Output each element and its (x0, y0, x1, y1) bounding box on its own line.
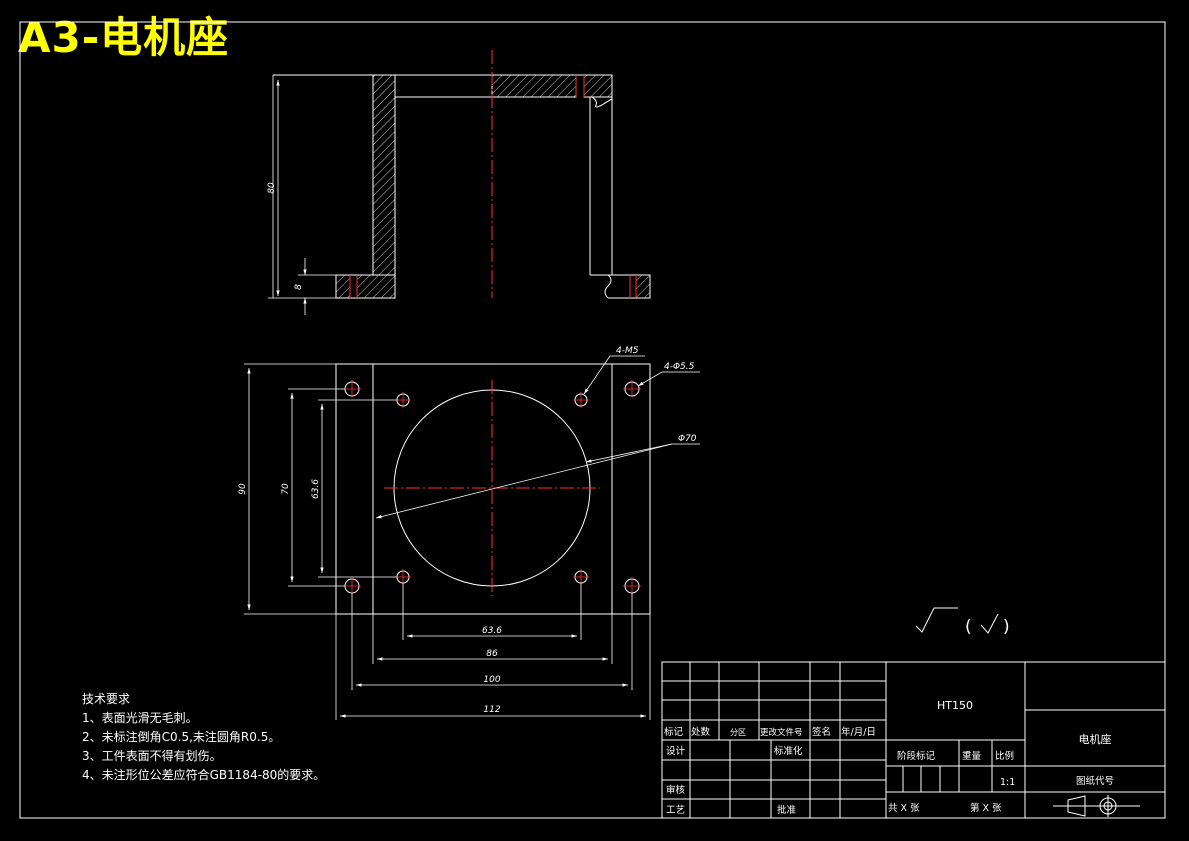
label-scale: 比例 (995, 750, 1014, 762)
dim-outer-height: 90 (238, 483, 248, 495)
dim-4-m5: 4-M5 (616, 346, 639, 356)
plan-view: 4-M5 4-Φ5.5 Φ70 90 70 63.6 63.6 86 100 1… (238, 346, 700, 720)
rev-header-zone: 分区 (730, 728, 746, 737)
corner-marks (1158, 21, 1166, 29)
dim-circle-diameter: Φ70 (678, 434, 697, 444)
rev-header-count: 处数 (691, 726, 711, 738)
scale-value: 1:1 (1000, 777, 1015, 788)
material: HT150 (937, 699, 973, 712)
plan-dimension-lines (244, 355, 700, 720)
label-review: 审核 (666, 784, 686, 796)
label-stage: 阶段标记 (897, 750, 936, 762)
dim-height: 80 (267, 182, 277, 194)
label-weight: 重量 (962, 750, 982, 762)
plan-centerlines (384, 380, 600, 596)
dim-overall-width: 112 (483, 705, 500, 715)
surface-finish-paren-close: ) (1003, 617, 1010, 637)
tech-item: 1、表面光滑无毛刺。 (82, 711, 198, 725)
dim-hole-spacing-vertical: 70 (281, 483, 291, 495)
dim-inner-width: 86 (486, 649, 498, 659)
tech-item: 3、工件表面不得有划伤。 (82, 749, 222, 763)
rev-header-date: 年/月/日 (841, 726, 876, 738)
part-name: 电机座 (1079, 732, 1112, 746)
dim-m5-spacing-vertical: 63.6 (311, 479, 321, 499)
drawing-number-label: 图纸代号 (1076, 775, 1114, 787)
surface-finish-paren-open: ( (965, 617, 972, 637)
dim-4-clearance: 4-Φ5.5 (664, 362, 695, 372)
rev-header-mark: 标记 (664, 726, 684, 738)
technical-requirements: 技术要求 1、表面光滑无毛刺。 2、未标注倒角C0.5,未注圆角R0.5。 3、… (82, 690, 325, 785)
rev-header-sign: 签名 (812, 726, 831, 738)
dim-m5-spacing-horizontal: 63.6 (482, 626, 502, 636)
label-process: 工艺 (666, 805, 685, 816)
label-approve: 批准 (777, 804, 797, 816)
section-view: 80 8 (267, 50, 651, 315)
sheet-index: 第 X 张 (970, 802, 1002, 814)
sheets-total: 共 X 张 (888, 803, 920, 814)
dim-hole-spacing-horizontal: 100 (483, 675, 500, 685)
dim-base-thickness: 8 (294, 284, 304, 290)
section-outline (273, 74, 651, 299)
tech-item: 4、未注形位公差应符合GB1184-80的要求。 (82, 768, 326, 782)
tech-item: 2、未标注倒角C0.5,未注圆角R0.5。 (82, 730, 281, 744)
projection-symbol-icon (1053, 795, 1140, 817)
label-standardization: 标准化 (774, 745, 803, 757)
section-dimensions (268, 75, 336, 315)
tech-heading: 技术要求 (82, 692, 131, 706)
surface-finish-symbol (915, 607, 999, 634)
label-design: 设计 (666, 745, 686, 757)
rev-header-doc: 更改文件号 (760, 727, 803, 738)
section-hatch (335, 74, 651, 299)
